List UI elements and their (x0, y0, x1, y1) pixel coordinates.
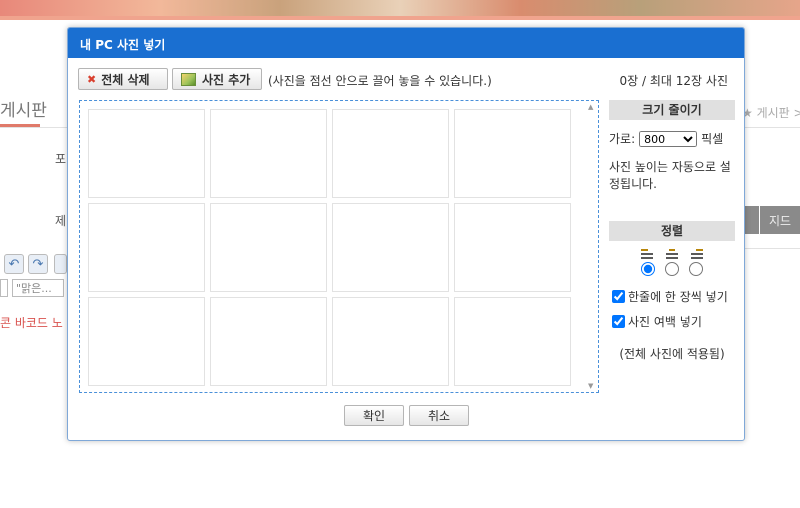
photo-icon (181, 72, 196, 86)
side-board-link[interactable]: ★ 게시판 > (742, 104, 800, 121)
photo-drop-area[interactable]: ▲ ▼ (79, 100, 599, 393)
width-row: 가로: 800 픽셀 (609, 130, 735, 147)
photo-margin-checkbox[interactable] (612, 315, 625, 328)
one-per-line-checkbox[interactable] (612, 290, 625, 303)
options-panel: 크기 줄이기 가로: 800 픽셀 사진 높이는 자동으로 설정됩니다. 정렬 (609, 100, 735, 362)
notice-text: 콘 바코드 노 (0, 316, 63, 330)
add-photo-label: 사진 추가 (202, 72, 251, 87)
form-label-1: 포 (55, 152, 67, 166)
scroll-down-icon[interactable]: ▼ (588, 382, 593, 390)
photo-slot[interactable] (332, 109, 449, 198)
add-photo-button[interactable]: 사진 추가 (172, 68, 262, 90)
align-center-radio[interactable] (665, 262, 679, 276)
confirm-button[interactable]: 확인 (344, 405, 404, 426)
photo-margin-label[interactable]: 사진 여백 넣기 (628, 313, 702, 330)
bg-select-1[interactable] (0, 279, 8, 297)
photo-slot[interactable] (454, 109, 571, 198)
photo-slot[interactable] (210, 203, 327, 292)
photo-slot[interactable] (454, 297, 571, 386)
cancel-button[interactable]: 취소 (409, 405, 469, 426)
drag-hint: (사진을 점선 안으로 끌어 놓을 수 있습니다.) (268, 74, 492, 88)
dialog-toolbar: ✖ 전체 삭제 사진 추가 (사진을 점선 안으로 끌어 놓을 수 있습니다.)… (78, 68, 728, 90)
align-right-radio[interactable] (689, 262, 703, 276)
delete-x-icon: ✖ (87, 72, 97, 86)
delete-all-button[interactable]: ✖ 전체 삭제 (78, 68, 168, 90)
bg-divider-right (745, 248, 800, 249)
apply-all-note: (전체 사진에 적용됨) (619, 347, 725, 361)
align-left-icon (641, 249, 653, 260)
photo-slot[interactable] (210, 109, 327, 198)
banner-divider (0, 16, 800, 20)
photo-count: 0장 / 최대 12장 사진 (619, 74, 728, 88)
paste-icon[interactable] (54, 254, 67, 274)
board-title: 게시판 (0, 101, 47, 121)
dialog-title: 내 PC 사진 넣기 (68, 28, 744, 58)
photo-slot[interactable] (88, 109, 205, 198)
delete-all-label: 전체 삭제 (101, 72, 150, 87)
photo-upload-dialog: 내 PC 사진 넣기 ✖ 전체 삭제 사진 추가 (사진을 점선 안으로 끌어 … (67, 27, 745, 441)
photo-slot[interactable] (332, 203, 449, 292)
photo-margin-option: 사진 여백 넣기 (609, 313, 735, 330)
align-heading: 정렬 (609, 221, 735, 241)
align-left-radio[interactable] (641, 262, 655, 276)
photo-slot[interactable] (88, 203, 205, 292)
photo-grid (88, 109, 572, 386)
photo-slot[interactable] (210, 297, 327, 386)
align-right-icon (691, 249, 703, 260)
scrollbar[interactable]: ▲ ▼ (588, 103, 596, 390)
redo-icon[interactable]: ↷ (28, 254, 48, 274)
one-per-line-option: 한줄에 한 장씩 넣기 (609, 288, 735, 305)
auto-height-note: 사진 높이는 자동으로 설정됩니다. (609, 160, 731, 191)
resize-heading: 크기 줄이기 (609, 100, 735, 120)
bg-gray-button-2[interactable]: 지드 (760, 206, 800, 234)
bg-gray-button-1[interactable] (745, 206, 759, 234)
font-select[interactable]: "맑은... (12, 279, 64, 297)
width-label: 가로: (609, 132, 636, 146)
dialog-footer: 확인 취소 (344, 405, 469, 426)
align-icons (609, 249, 735, 260)
pixel-unit: 픽셀 (701, 132, 724, 146)
width-select[interactable]: 800 (639, 130, 698, 147)
align-radios (609, 262, 735, 276)
undo-icon[interactable]: ↶ (4, 254, 24, 274)
page-banner (0, 0, 800, 16)
photo-slot[interactable] (88, 297, 205, 386)
scroll-up-icon[interactable]: ▲ (588, 103, 593, 111)
form-label-2: 제 (55, 214, 67, 228)
one-per-line-label[interactable]: 한줄에 한 장씩 넣기 (628, 288, 728, 305)
photo-slot[interactable] (454, 203, 571, 292)
align-center-icon (666, 249, 678, 260)
font-select-value: "맑은... (16, 282, 52, 295)
photo-slot[interactable] (332, 297, 449, 386)
